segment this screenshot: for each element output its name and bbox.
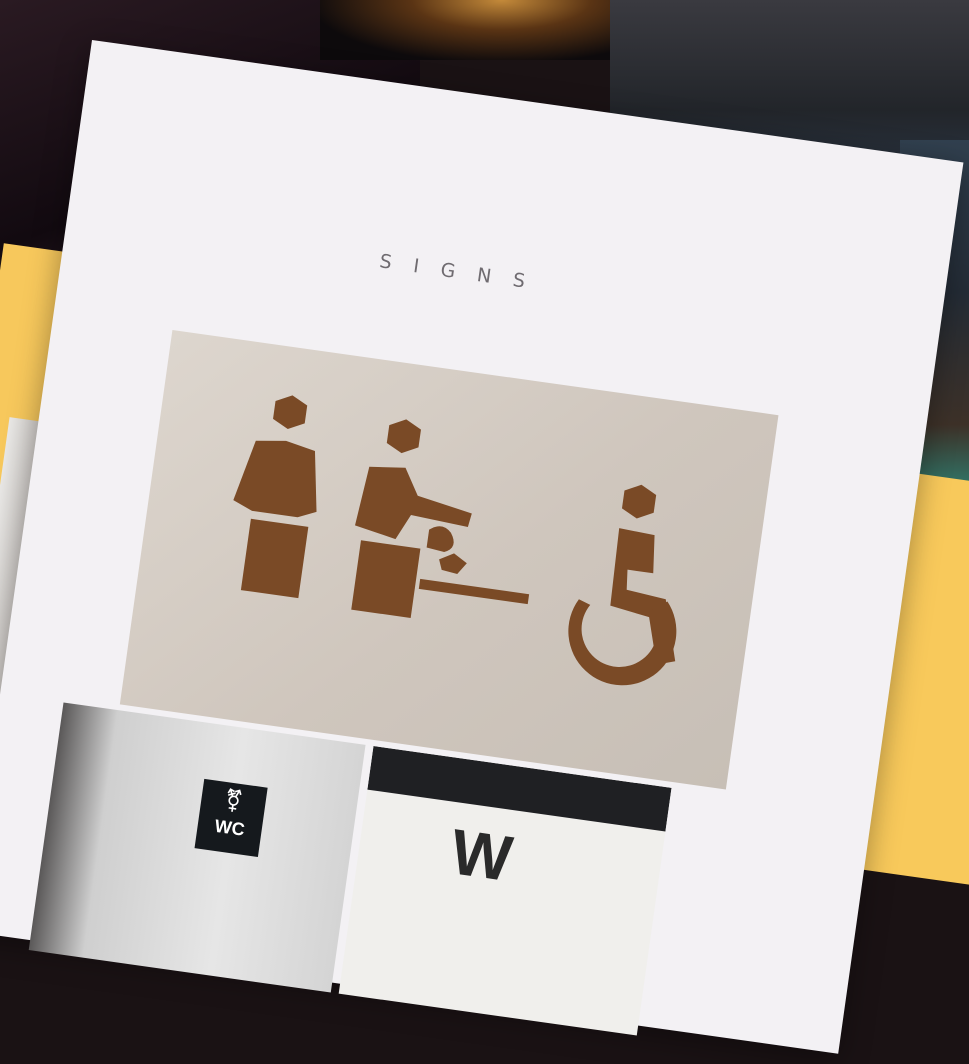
person-legs-icon	[240, 518, 309, 599]
baby-icon	[426, 526, 454, 552]
pictogram-illustration	[233, 395, 677, 686]
wheelchair-user-head-icon	[621, 484, 657, 519]
photo-w-sign[interactable]: W	[338, 746, 672, 1036]
background-photo-lamp	[320, 0, 650, 60]
card-title: SIGNS	[378, 250, 549, 296]
person-head-icon	[273, 395, 308, 430]
caregiver-legs-icon	[351, 540, 421, 618]
wheelchair-user-body-icon	[610, 528, 676, 665]
wc-sign-plate: ⚧ WC	[194, 778, 268, 858]
w-sign-letter: W	[446, 815, 521, 896]
photo-all-gender-wc[interactable]: ⚧ WC	[28, 702, 366, 993]
caregiver-head-icon	[386, 419, 421, 454]
caregiver-body-icon	[355, 466, 472, 540]
changing-table-icon	[418, 578, 530, 605]
baby-body-icon	[439, 553, 467, 575]
signs-card: SIGNS ⚧ WC W	[0, 40, 964, 1054]
photo-restroom-pictograms[interactable]	[119, 330, 779, 790]
person-body-icon	[233, 440, 317, 518]
